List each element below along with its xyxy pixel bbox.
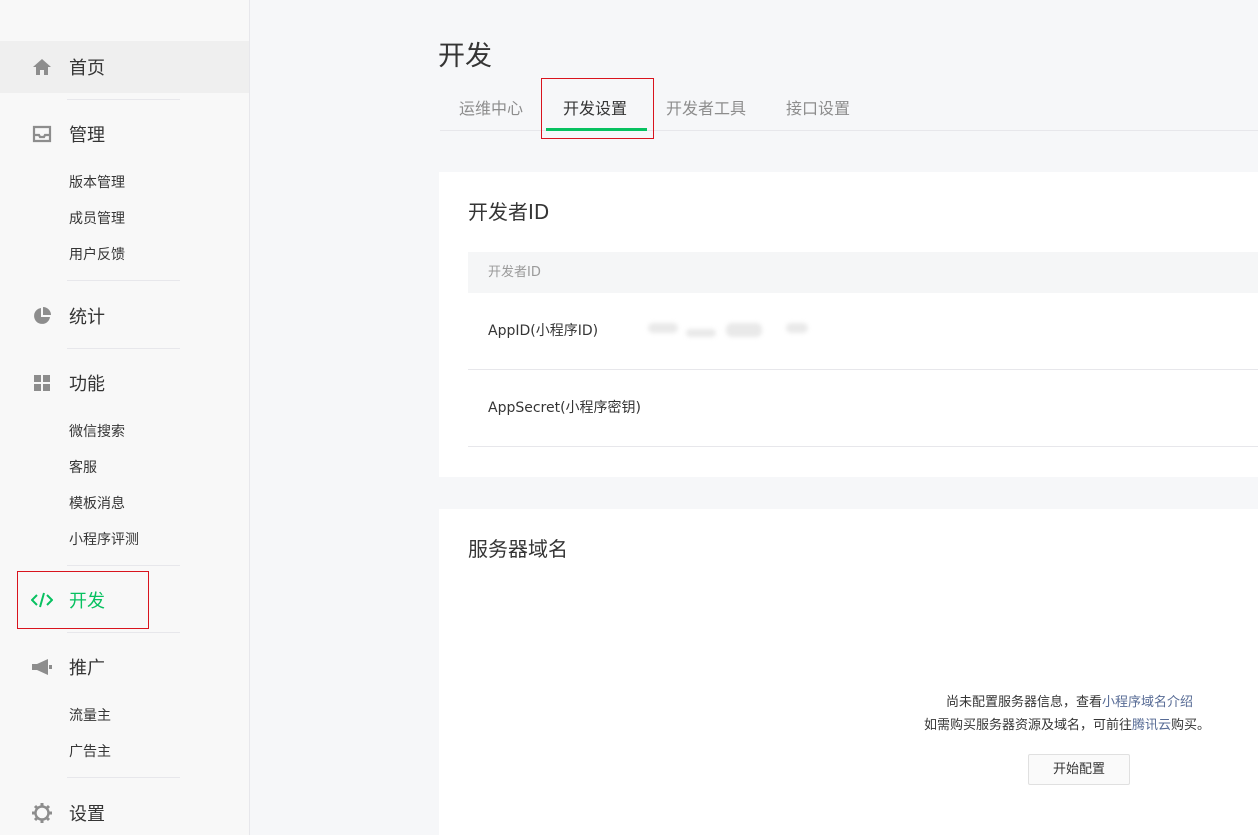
- page-title: 开发: [438, 41, 492, 72]
- redacted-value: [686, 329, 716, 337]
- appid-label: AppID(小程序ID): [488, 323, 599, 339]
- redacted-value: [648, 323, 678, 333]
- nav-features-submenu: 微信搜索 客服 模板消息 小程序评测: [0, 414, 249, 558]
- server-domain-title: 服务器域名: [468, 537, 568, 561]
- sidebar-item-template-message[interactable]: 模板消息: [0, 486, 249, 522]
- sidebar-item-member-manage[interactable]: 成员管理: [0, 201, 249, 237]
- nav-features-section: 功能: [0, 357, 249, 409]
- nav-manage-section: 管理: [0, 108, 249, 160]
- home-icon: [31, 56, 53, 78]
- sidebar: 首页 管理 版本管理 成员管理 用户反馈 统计 功能 微信搜索 客服 模板消息 …: [0, 0, 250, 835]
- empty-state-line1: 尚未配置服务器信息，查看小程序域名介绍: [946, 691, 1193, 710]
- sidebar-item-user-feedback[interactable]: 用户反馈: [0, 237, 249, 273]
- sidebar-item-settings-label: 设置: [69, 804, 105, 825]
- sidebar-item-advertiser[interactable]: 广告主: [0, 734, 249, 770]
- empty-state-text: 如需购买服务器资源及域名，可前往: [924, 718, 1133, 733]
- sidebar-item-wechat-search[interactable]: 微信搜索: [0, 414, 249, 450]
- sidebar-item-miniprogram-review[interactable]: 小程序评测: [0, 522, 249, 558]
- divider: [67, 632, 180, 633]
- sidebar-item-stats[interactable]: 统计: [0, 290, 249, 342]
- nav-promote-submenu: 流量主 广告主: [0, 698, 249, 770]
- sidebar-item-home[interactable]: 首页: [0, 41, 249, 93]
- sidebar-item-promote-label: 推广: [69, 658, 105, 679]
- megaphone-icon: [31, 656, 53, 678]
- sidebar-item-manage-label: 管理: [69, 125, 105, 146]
- sidebar-item-features[interactable]: 功能: [0, 357, 249, 409]
- gear-icon: [31, 802, 53, 824]
- sidebar-item-settings[interactable]: 设置: [0, 787, 249, 835]
- nav-home-section: 首页: [0, 41, 249, 93]
- sidebar-item-features-label: 功能: [69, 374, 105, 395]
- tab-api-settings[interactable]: 接口设置: [786, 86, 850, 131]
- table-row-appsecret: AppSecret(小程序密钥): [468, 370, 1258, 447]
- sidebar-item-customer-service[interactable]: 客服: [0, 450, 249, 486]
- highlight-box-tab: [541, 78, 654, 139]
- developer-id-table-header: 开发者ID: [468, 252, 1258, 293]
- empty-state-text: 购买。: [1171, 718, 1211, 733]
- tab-ops-center[interactable]: 运维中心: [459, 86, 523, 131]
- empty-state-text: 尚未配置服务器信息，查看: [946, 695, 1103, 710]
- nav-manage-submenu: 版本管理 成员管理 用户反馈: [0, 165, 249, 273]
- nav-stats-section: 统计: [0, 290, 249, 342]
- developer-id-card: 开发者ID 开发者ID AppID(小程序ID) AppSecret(小程序密钥…: [439, 172, 1258, 477]
- redacted-value: [786, 323, 808, 333]
- sidebar-item-home-label: 首页: [69, 58, 105, 79]
- divider: [67, 565, 180, 566]
- sidebar-item-traffic-owner[interactable]: 流量主: [0, 698, 249, 734]
- redacted-value: [726, 323, 762, 337]
- grid-icon: [31, 372, 53, 394]
- server-domain-card: 服务器域名: [439, 509, 1258, 835]
- sidebar-item-promote[interactable]: 推广: [0, 641, 249, 693]
- highlight-box-develop: [17, 571, 149, 629]
- tencent-cloud-link[interactable]: 腾讯云: [1132, 718, 1171, 733]
- sidebar-item-manage[interactable]: 管理: [0, 108, 249, 160]
- developer-id-title: 开发者ID: [468, 200, 550, 224]
- inbox-icon: [31, 123, 53, 145]
- divider: [67, 99, 180, 100]
- nav-promote-section: 推广: [0, 641, 249, 693]
- divider: [67, 777, 180, 778]
- divider: [67, 280, 180, 281]
- table-row-appid: AppID(小程序ID): [468, 293, 1258, 370]
- empty-state-line2: 如需购买服务器资源及域名，可前往腾讯云购买。: [924, 714, 1210, 733]
- sidebar-item-version-manage[interactable]: 版本管理: [0, 165, 249, 201]
- appsecret-label: AppSecret(小程序密钥): [488, 400, 642, 416]
- sidebar-item-stats-label: 统计: [69, 307, 105, 328]
- divider: [67, 348, 180, 349]
- tab-dev-tools[interactable]: 开发者工具: [666, 86, 746, 131]
- pie-chart-icon: [31, 305, 53, 327]
- start-config-button[interactable]: 开始配置: [1028, 754, 1130, 785]
- domain-intro-link[interactable]: 小程序域名介绍: [1102, 695, 1193, 710]
- nav-settings-section: 设置: [0, 787, 249, 835]
